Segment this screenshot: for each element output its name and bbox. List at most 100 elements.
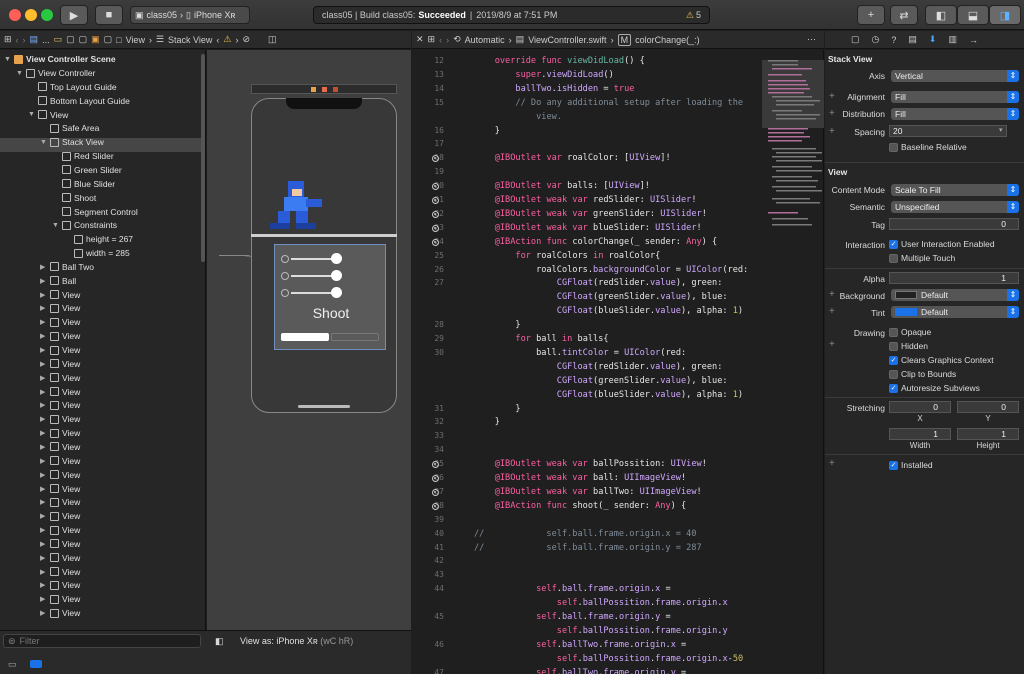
filter-field[interactable]: ⊜ Filter	[3, 634, 201, 648]
code-line[interactable]: roalColors.backgroundColor = UIColor(red…	[474, 265, 748, 275]
outline-row[interactable]: ▶ View	[40, 509, 80, 523]
file-icon[interactable]: ▤	[30, 34, 39, 45]
outlet-connection-icon[interactable]	[432, 197, 439, 204]
code-line[interactable]: CGFloat(greenSlider.value), blue:	[474, 292, 728, 302]
scheme-selector[interactable]: ▣ class05 › ▯ iPhone Xʀ	[130, 6, 250, 24]
segment-control-first[interactable]	[281, 333, 329, 341]
stretch-x-field[interactable]: 0	[889, 401, 951, 413]
grid-icon[interactable]: ⊞	[428, 34, 436, 45]
code-line[interactable]: ball.tintColor = UIColor(red:	[474, 348, 686, 358]
clears-context-checkbox[interactable]: ✓ Clears Graphics Context	[889, 355, 994, 365]
alignment-popup[interactable]: Fill	[891, 91, 1019, 103]
disclosure-icon[interactable]: ▶	[40, 581, 47, 589]
blue-slider-thumb[interactable]	[331, 287, 342, 298]
outline-row[interactable]: Blue Slider	[52, 177, 115, 191]
disclosure-icon[interactable]: ▶	[40, 471, 47, 479]
disclosure-icon[interactable]: ▶	[40, 609, 47, 617]
code-line[interactable]: self.ballTwo.frame.origin.x =	[474, 640, 686, 650]
axis-popup[interactable]: Vertical	[891, 70, 1019, 82]
disclosure-icon[interactable]: ▼	[52, 222, 59, 229]
code-line[interactable]: CGFloat(redSlider.value), green:	[474, 278, 723, 288]
minimap[interactable]	[762, 50, 824, 674]
code-line[interactable]: for roalColors in roalColor{	[474, 251, 660, 261]
disclosure-icon[interactable]: ▶	[40, 277, 47, 285]
outline-row[interactable]: ▶ View	[40, 454, 80, 468]
code-line[interactable]: self.ballPossition.frame.origin.y	[474, 626, 728, 636]
disclosure-icon[interactable]: ▶	[40, 374, 47, 382]
semantic-popup[interactable]: Unspecified	[891, 201, 1019, 213]
outline-row[interactable]: ▶ View	[40, 578, 80, 592]
disclosure-icon[interactable]: ▶	[40, 443, 47, 451]
disclosure-icon[interactable]: ▶	[40, 457, 47, 465]
disclosure-icon[interactable]: ▶	[40, 401, 47, 409]
forward-icon[interactable]: ›	[23, 35, 26, 45]
code-line[interactable]: // Do any additional setup after loading…	[474, 98, 743, 108]
jump-item-view[interactable]: View	[126, 35, 145, 45]
view-as-label[interactable]: View as: iPhone Xʀ (wC hR)	[240, 636, 353, 646]
disclosure-icon[interactable]: ▶	[40, 429, 47, 437]
disclosure-icon[interactable]: ▼	[40, 139, 47, 146]
distribution-popup[interactable]: Fill	[891, 108, 1019, 120]
outline-row[interactable]: ▶ View	[40, 606, 80, 620]
outline-row[interactable]: ▶ View	[40, 495, 80, 509]
history-inspector-icon[interactable]: ◷	[872, 34, 880, 45]
opaque-checkbox[interactable]: Opaque	[889, 327, 931, 337]
outline-row[interactable]: ▶ View	[40, 301, 80, 315]
connections-inspector-icon[interactable]: →	[969, 35, 978, 45]
outline-row[interactable]: ▶ View	[40, 343, 80, 357]
outline-row[interactable]: ▶ Ball	[40, 274, 76, 288]
outline-row[interactable]: height = 267	[64, 232, 133, 246]
autoresize-checkbox[interactable]: ✓ Autoresize Subviews	[889, 383, 980, 393]
jump-item-stack-view[interactable]: Stack View	[168, 35, 212, 45]
outline-row[interactable]: ▶ View	[40, 565, 80, 579]
outline-row[interactable]: ▶ View	[40, 398, 80, 412]
zoom-window-button[interactable]	[41, 9, 53, 21]
installed-checkbox[interactable]: ✓ Installed	[889, 460, 933, 470]
tag-field[interactable]: 0	[889, 218, 1019, 230]
warning-icon[interactable]: ⚠	[223, 34, 231, 45]
disclosure-icon[interactable]: ▼	[16, 70, 23, 77]
disclosure-icon[interactable]: ▶	[40, 485, 47, 493]
code-line[interactable]: }	[474, 126, 500, 136]
scene-dock[interactable]	[251, 84, 397, 94]
code-line[interactable]: override func viewDidLoad() {	[474, 56, 645, 66]
chevron-left-icon[interactable]: ‹	[216, 35, 219, 45]
outline-row[interactable]: ▼ Constraints	[52, 218, 117, 232]
plus-icon[interactable]: +	[829, 458, 835, 469]
plus-icon[interactable]: +	[829, 339, 835, 350]
red-slider-thumb[interactable]	[331, 253, 342, 264]
outline-row[interactable]: width = 285	[64, 246, 130, 260]
outline-row[interactable]: ▶ View	[40, 371, 80, 385]
link-icon[interactable]: ⊘	[242, 34, 250, 45]
outline-scene[interactable]: ▼ View Controller Scene	[4, 52, 116, 66]
stack-view[interactable]: Shoot	[274, 244, 386, 350]
identity-inspector-icon[interactable]: ▤	[908, 34, 917, 45]
close-editor-icon[interactable]: ✕	[416, 34, 424, 45]
code-line[interactable]: @IBAction func colorChange(_ sender: Any…	[474, 237, 718, 247]
baseline-relative-checkbox[interactable]: Baseline Relative	[889, 142, 967, 152]
disclosure-icon[interactable]: ▶	[40, 568, 47, 576]
outline-row[interactable]: ▶ View	[40, 482, 80, 496]
attributes-inspector-icon[interactable]: ⬇	[929, 34, 937, 45]
disclosure-icon[interactable]: ▶	[40, 346, 47, 354]
outline-row[interactable]: Bottom Layout Guide	[28, 94, 130, 108]
back-icon[interactable]: ‹	[439, 35, 442, 45]
disclosure-icon[interactable]: ▶	[40, 540, 47, 548]
chevron-down-icon[interactable]: ▾	[999, 126, 1003, 134]
code-line[interactable]: @IBOutlet weak var ball: UIImageView!	[474, 473, 686, 483]
outline-row[interactable]: ▶ View	[40, 592, 80, 606]
outline-scrollbar[interactable]	[201, 54, 205, 262]
user-interaction-checkbox[interactable]: ✓ User Interaction Enabled	[889, 239, 995, 249]
disclosure-icon[interactable]: ▶	[40, 360, 47, 368]
code-line[interactable]: @IBOutlet weak var ballPossition: UIView…	[474, 459, 707, 469]
tint-popup[interactable]: Default	[891, 306, 1019, 318]
code-line[interactable]: for ball in balls{	[474, 334, 608, 344]
outline-row[interactable]: ▶ View	[40, 523, 80, 537]
disclosure-icon[interactable]: ▶	[40, 291, 47, 299]
code-line[interactable]: self.ballPossition.frame.origin.x	[474, 598, 728, 608]
outline-row[interactable]: ▶ View	[40, 551, 80, 565]
outlet-connection-icon[interactable]	[432, 475, 439, 482]
shoot-button[interactable]: Shoot	[275, 305, 387, 321]
code-line[interactable]: // self.ball.frame.origin.y = 287	[474, 543, 702, 553]
outline-row[interactable]: ▼ View Controller	[16, 66, 95, 80]
